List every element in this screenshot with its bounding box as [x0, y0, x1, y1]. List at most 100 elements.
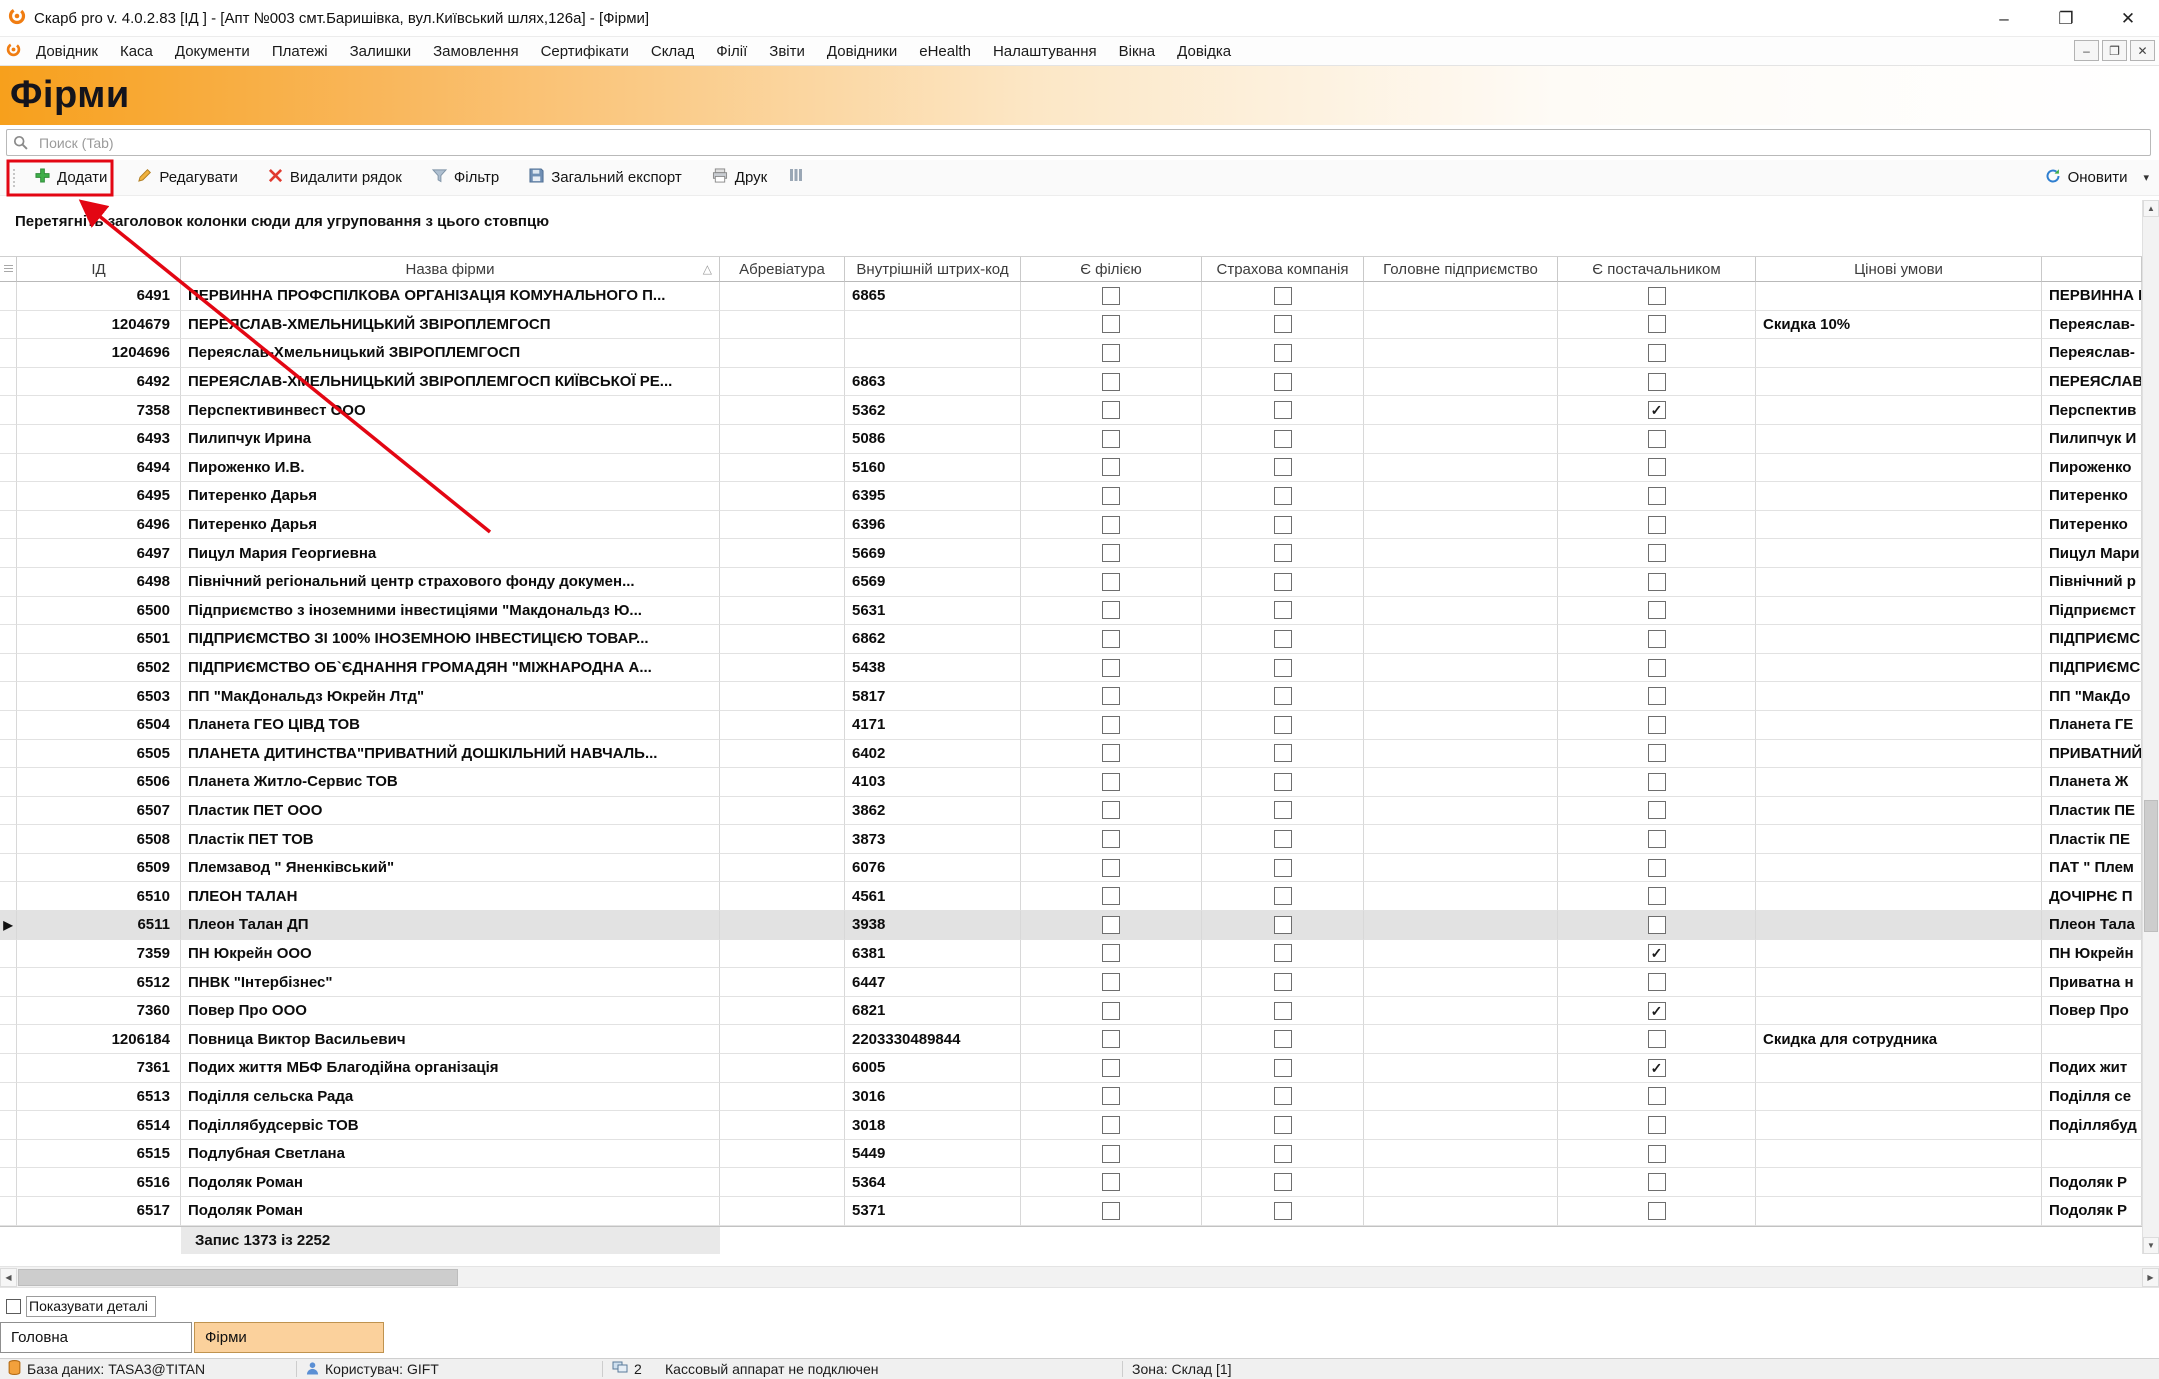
insurance-checkbox[interactable] — [1273, 687, 1292, 706]
is-branch-checkbox[interactable] — [1102, 343, 1120, 362]
is-branch-checkbox[interactable] — [1102, 658, 1120, 677]
table-row[interactable]: 6502 ПІДПРИЄМСТВО ОБ`ЄДНАННЯ ГРОМАДЯН "М… — [0, 653, 2142, 683]
is-supplier-checkbox[interactable] — [1647, 744, 1666, 763]
insurance-checkbox[interactable] — [1273, 658, 1292, 677]
is-branch-checkbox[interactable] — [1102, 515, 1120, 534]
table-row[interactable]: 6501 ПІДПРИЄМСТВО ЗІ 100% ІНОЗЕМНОЮ ІНВЕ… — [0, 625, 2142, 654]
table-row[interactable]: 6506 Планета Житло-Сервис ТОВ 4103 Плане… — [0, 768, 2142, 797]
is-branch-checkbox[interactable] — [1102, 1173, 1120, 1192]
is-supplier-checkbox[interactable] — [1647, 486, 1666, 505]
is-branch-checkbox[interactable] — [1102, 830, 1120, 849]
is-supplier-checkbox[interactable] — [1647, 1116, 1666, 1135]
insurance-checkbox[interactable] — [1273, 887, 1292, 906]
is-supplier-checkbox[interactable] — [1647, 801, 1666, 820]
toolbar-drag-handle[interactable] — [12, 167, 17, 188]
insurance-checkbox[interactable] — [1273, 772, 1292, 791]
insurance-checkbox[interactable] — [1273, 858, 1292, 877]
is-supplier-checkbox[interactable] — [1647, 715, 1666, 734]
insurance-checkbox[interactable] — [1273, 830, 1292, 849]
insurance-checkbox[interactable] — [1273, 315, 1292, 334]
insurance-checkbox[interactable] — [1273, 1116, 1292, 1135]
header-head-company[interactable]: Головне підприємство — [1364, 257, 1558, 282]
is-supplier-checkbox[interactable]: ✓ — [1647, 401, 1666, 420]
insurance-checkbox[interactable] — [1273, 715, 1292, 734]
menu-item[interactable]: eHealth — [908, 39, 982, 64]
refresh-button[interactable]: Оновити — [2037, 163, 2136, 193]
table-row[interactable]: 1206184 Повница Виктор Васильевич 220333… — [0, 1025, 2142, 1055]
table-row[interactable]: 6515 Подлубная Светлана 5449 — [0, 1139, 2142, 1169]
table-row[interactable]: 6491 ПЕРВИННА ПРОФСПІЛКОВА ОРГАНІЗАЦІЯ К… — [0, 282, 2142, 311]
insurance-checkbox[interactable] — [1273, 944, 1292, 963]
add-button[interactable]: Додати — [27, 163, 115, 192]
menu-item[interactable]: Налаштування — [982, 39, 1108, 64]
scroll-right-button[interactable]: ▶ — [2142, 1268, 2159, 1287]
is-branch-checkbox[interactable] — [1102, 544, 1120, 563]
insurance-checkbox[interactable] — [1273, 1030, 1292, 1049]
tab-firms[interactable]: Фірми — [194, 1322, 384, 1353]
table-row[interactable]: 6498 Північний регіональний центр страхо… — [0, 567, 2142, 597]
table-row[interactable]: 6505 ПЛАНЕТА ДИТИНСТВА"ПРИВАТНИЙ ДОШКІЛЬ… — [0, 739, 2142, 769]
menu-item[interactable]: Довідка — [1166, 39, 1242, 64]
is-supplier-checkbox[interactable] — [1647, 458, 1666, 477]
table-row[interactable]: 6516 Подоляк Роман 5364 Подоляк Р — [0, 1168, 2142, 1197]
is-supplier-checkbox[interactable] — [1647, 1201, 1666, 1220]
table-row[interactable]: 1204696 Переяслав-Хмельницький ЗВІРОПЛЕМ… — [0, 339, 2142, 368]
menu-item[interactable]: Довідники — [816, 39, 908, 64]
table-row[interactable]: 6507 Пластик ПЕТ ООО 3862 Пластик ПЕ — [0, 796, 2142, 826]
insurance-checkbox[interactable] — [1273, 544, 1292, 563]
is-branch-checkbox[interactable] — [1102, 858, 1120, 877]
is-branch-checkbox[interactable] — [1102, 772, 1120, 791]
is-supplier-checkbox[interactable] — [1647, 601, 1666, 620]
menu-item[interactable]: Платежі — [261, 39, 339, 64]
insurance-checkbox[interactable] — [1273, 1001, 1292, 1020]
table-row[interactable]: 6494 Пироженко И.В. 5160 Пироженко — [0, 453, 2142, 483]
is-supplier-checkbox[interactable] — [1647, 915, 1666, 934]
insurance-checkbox[interactable] — [1273, 1058, 1292, 1077]
is-supplier-checkbox[interactable] — [1647, 1087, 1666, 1106]
menu-item[interactable]: Сертифікати — [530, 39, 640, 64]
insurance-checkbox[interactable] — [1273, 458, 1292, 477]
table-row[interactable]: 6493 Пилипчук Ирина 5086 Пилипчук И — [0, 424, 2142, 454]
is-supplier-checkbox[interactable]: ✓ — [1647, 1058, 1666, 1077]
is-branch-checkbox[interactable] — [1102, 429, 1120, 448]
is-branch-checkbox[interactable] — [1102, 973, 1120, 992]
mdi-minimize-button[interactable]: – — [2074, 40, 2099, 61]
menu-item[interactable]: Залишки — [339, 39, 423, 64]
filter-button[interactable]: Фільтр — [424, 163, 507, 192]
table-row[interactable]: 7358 Перспективинвест ООО 5362 ✓ Перспек… — [0, 396, 2142, 425]
menu-item[interactable]: Звіти — [758, 39, 816, 64]
horizontal-scrollbar[interactable]: ◀ ▶ — [0, 1266, 2159, 1288]
insurance-checkbox[interactable] — [1273, 286, 1292, 305]
menu-item[interactable]: Замовлення — [422, 39, 529, 64]
header-fullname[interactable] — [2042, 257, 2142, 282]
is-branch-checkbox[interactable] — [1102, 715, 1120, 734]
table-row[interactable]: 6517 Подоляк Роман 5371 Подоляк Р — [0, 1197, 2142, 1226]
is-supplier-checkbox[interactable]: ✓ — [1647, 1001, 1666, 1020]
scroll-left-button[interactable]: ◀ — [0, 1268, 17, 1287]
table-row[interactable]: 1204679 ПЕРЕЯСЛАВ-ХМЕЛЬНИЦЬКИЙ ЗВІРОПЛЕМ… — [0, 310, 2142, 340]
mdi-restore-button[interactable]: ❐ — [2102, 40, 2127, 61]
scroll-down-button[interactable]: ▼ — [2143, 1237, 2159, 1254]
insurance-checkbox[interactable] — [1273, 629, 1292, 648]
is-branch-checkbox[interactable] — [1102, 801, 1120, 820]
is-branch-checkbox[interactable] — [1102, 401, 1120, 420]
search-input[interactable] — [6, 129, 2151, 156]
menu-item[interactable]: Документи — [164, 39, 261, 64]
is-branch-checkbox[interactable] — [1102, 915, 1120, 934]
maximize-button[interactable]: ❐ — [2035, 0, 2097, 37]
insurance-checkbox[interactable] — [1273, 486, 1292, 505]
is-supplier-checkbox[interactable] — [1647, 973, 1666, 992]
table-row[interactable]: 6512 ПНВК "Інтербізнес" 6447 Приватна н — [0, 968, 2142, 997]
vertical-scrollbar[interactable]: ▲ ▼ — [2142, 200, 2159, 1254]
table-row[interactable]: ▶ 6511 Плеон Талан ДП 3938 Плеон Тала — [0, 911, 2142, 940]
insurance-checkbox[interactable] — [1273, 1144, 1292, 1163]
is-supplier-checkbox[interactable] — [1647, 1030, 1666, 1049]
is-supplier-checkbox[interactable] — [1647, 1173, 1666, 1192]
is-supplier-checkbox[interactable] — [1647, 887, 1666, 906]
is-branch-checkbox[interactable] — [1102, 687, 1120, 706]
is-supplier-checkbox[interactable] — [1647, 858, 1666, 877]
table-row[interactable]: 6497 Пицул Мария Георгиевна 5669 Пицул М… — [0, 539, 2142, 568]
is-supplier-checkbox[interactable] — [1647, 830, 1666, 849]
is-supplier-checkbox[interactable] — [1647, 629, 1666, 648]
is-branch-checkbox[interactable] — [1102, 1058, 1120, 1077]
